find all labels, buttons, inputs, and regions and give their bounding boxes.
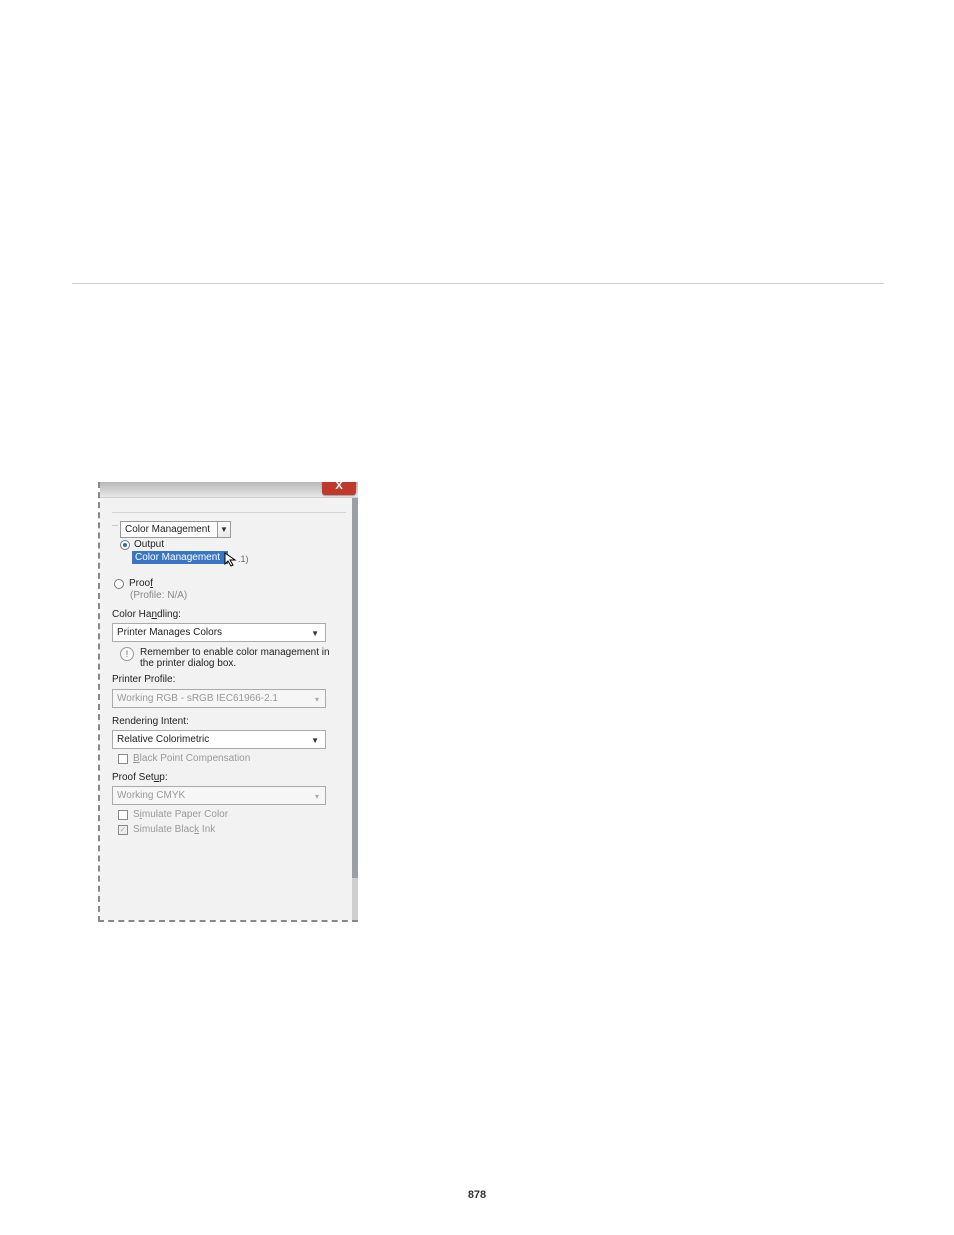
output-radio[interactable] bbox=[120, 540, 130, 550]
color-handling-value: Printer Manages Colors bbox=[117, 627, 222, 638]
proof-radio-label: Proof bbox=[129, 578, 153, 589]
rendering-intent-label: Rendering Intent: bbox=[112, 716, 346, 727]
fieldset-notch-line bbox=[112, 525, 118, 526]
printer-profile-select: Working RGB - sRGB IEC61966-2.1 ▾ bbox=[112, 689, 326, 708]
reminder-text: Remember to enable color management in t… bbox=[140, 647, 346, 669]
bpc-label: Black Point Compensation bbox=[133, 753, 250, 764]
simulate-paper-checkbox[interactable] bbox=[118, 810, 128, 820]
color-management-dialog: X Color Management ▼ Output Color Manage… bbox=[98, 482, 358, 922]
proof-setup-label: Proof Setup: bbox=[112, 772, 346, 783]
chevron-down-icon: ▾ bbox=[315, 695, 319, 704]
simulate-black-checkbox: ✓ bbox=[118, 825, 128, 835]
bpc-checkbox[interactable] bbox=[118, 754, 128, 764]
page-number: 878 bbox=[0, 1189, 954, 1201]
section-dropdown-value: Color Management bbox=[125, 524, 210, 535]
chevron-down-icon: ▼ bbox=[311, 736, 319, 745]
rendering-intent-value: Relative Colorimetric bbox=[117, 734, 209, 745]
color-handling-select[interactable]: Printer Manages Colors ▼ bbox=[112, 623, 326, 642]
window-titlebar: X bbox=[100, 482, 358, 498]
vertical-scrollbar[interactable] bbox=[352, 498, 358, 920]
horizontal-rule bbox=[72, 283, 884, 284]
dialog-inner: X Color Management ▼ Output Color Manage… bbox=[100, 482, 358, 920]
section-dropdown[interactable]: Color Management ▼ bbox=[120, 521, 218, 538]
printer-profile-value: Working RGB - sRGB IEC61966-2.1 bbox=[117, 693, 278, 704]
dropdown-option-color-management-label: Color Management bbox=[135, 552, 220, 563]
printer-profile-label: Printer Profile: bbox=[112, 674, 346, 685]
proof-profile-note: (Profile: N/A) bbox=[130, 590, 346, 601]
reminder-row: ! Remember to enable color management in… bbox=[120, 647, 346, 669]
proof-setup-value: Working CMYK bbox=[117, 790, 185, 801]
close-button[interactable]: X bbox=[322, 482, 356, 495]
fieldset-top bbox=[112, 512, 346, 513]
dropdown-tail-text: .1) bbox=[238, 554, 346, 564]
dropdown-option-color-management[interactable]: Color Management bbox=[132, 551, 228, 564]
chevron-down-icon: ▼ bbox=[311, 629, 319, 638]
proof-setup-select: Working CMYK ▾ bbox=[112, 786, 326, 805]
panel-body: Color Management ▼ Output Color Manageme… bbox=[100, 498, 358, 920]
chevron-down-icon: ▾ bbox=[315, 792, 319, 801]
rendering-intent-select[interactable]: Relative Colorimetric ▼ bbox=[112, 730, 326, 749]
color-handling-label: Color Handling: bbox=[112, 609, 346, 620]
dropdown-option-output[interactable]: Output bbox=[134, 538, 167, 551]
simulate-black-label: Simulate Black Ink bbox=[133, 824, 215, 835]
warning-icon: ! bbox=[120, 647, 134, 661]
proof-radio[interactable] bbox=[114, 579, 124, 589]
cursor-icon bbox=[224, 552, 240, 568]
section-dropdown-list[interactable]: Output Color Management .1) bbox=[120, 538, 346, 564]
simulate-paper-label: Simulate Paper Color bbox=[133, 809, 228, 820]
chevron-down-icon: ▼ bbox=[217, 521, 231, 538]
